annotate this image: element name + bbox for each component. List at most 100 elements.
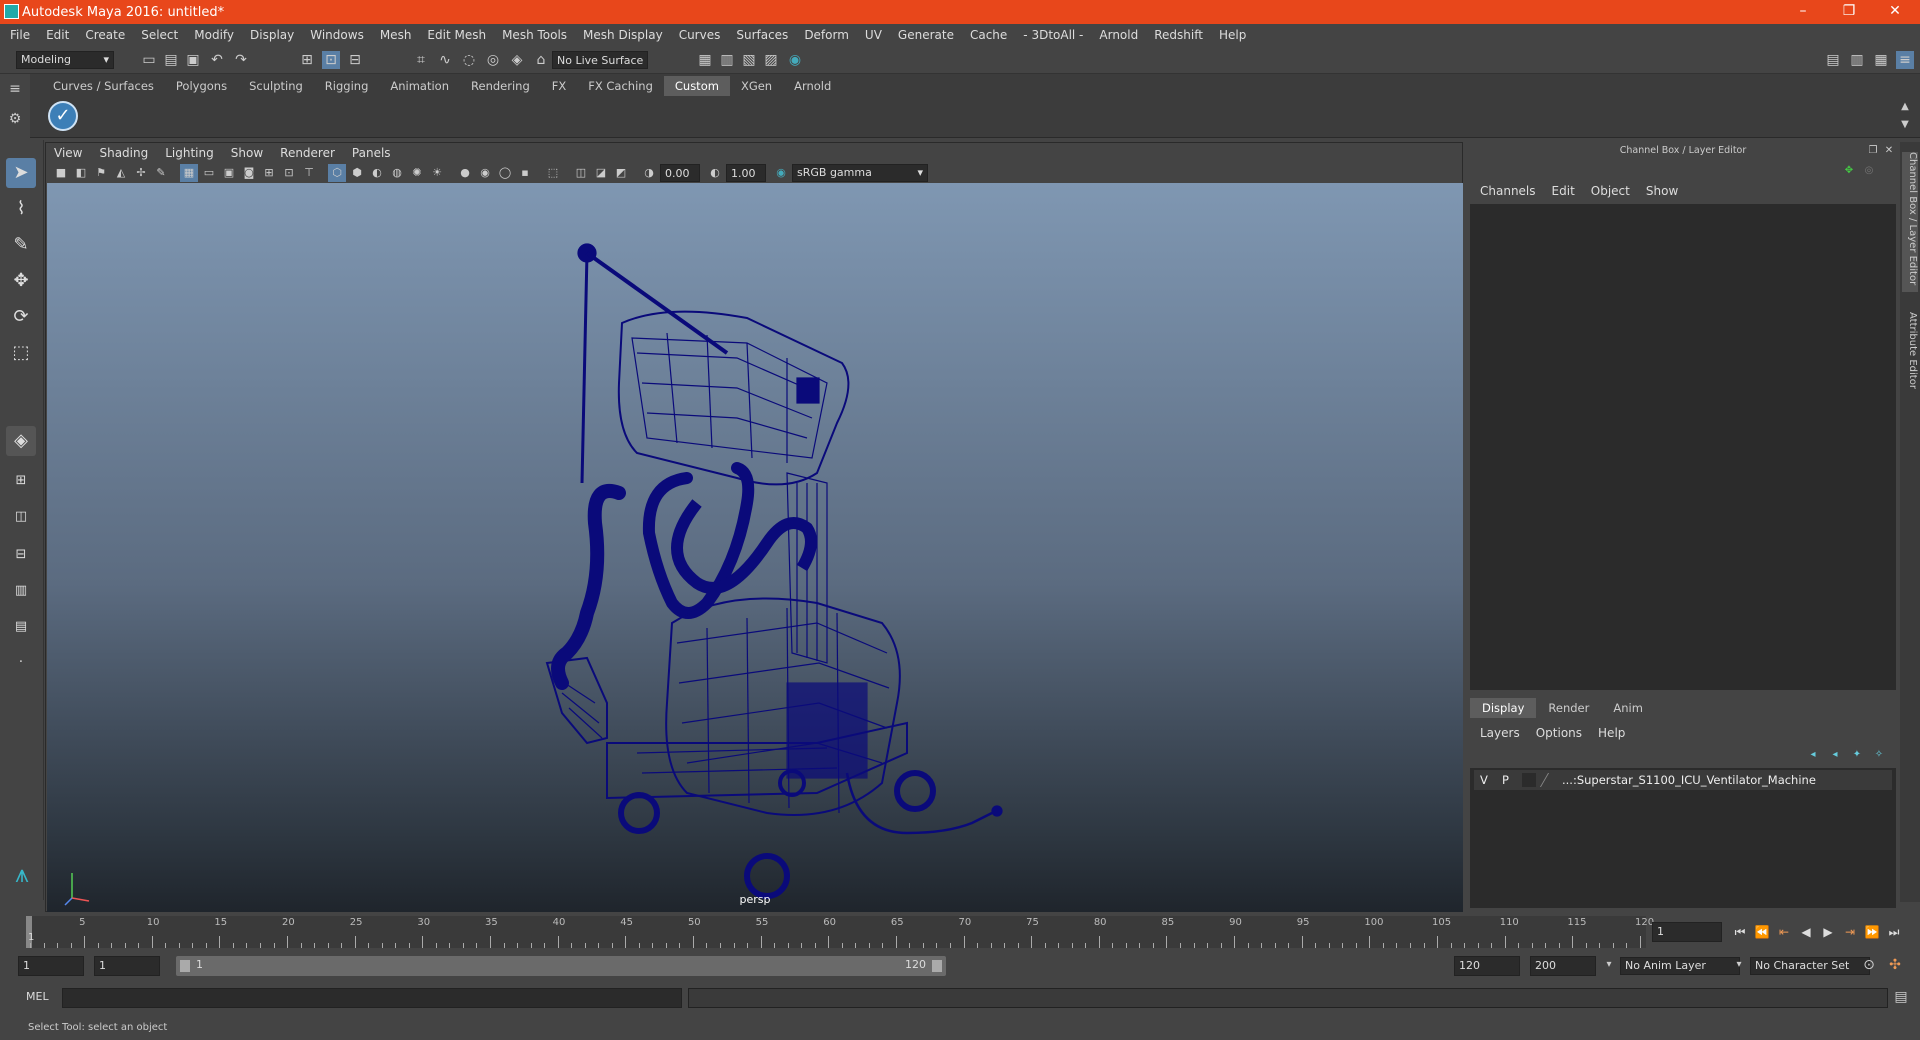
colorspace-dropdown[interactable]: sRGB gamma ▾ [792,164,928,182]
move-layer-down-icon[interactable]: ◂ [1826,746,1844,764]
cb-menu-show[interactable]: Show [1646,184,1678,198]
menu-select[interactable]: Select [141,28,178,42]
goto-end-icon[interactable]: ⏭ [1884,922,1904,942]
open-scene-icon[interactable]: ▤ [162,51,180,69]
ipr-render-icon[interactable]: ▨ [762,51,780,69]
shelf-tab-animation[interactable]: Animation [379,76,460,96]
speed-icon[interactable]: ◎ [1860,162,1878,180]
shelf-settings-icon[interactable]: ⚙ [6,110,24,128]
snap-surface-icon[interactable]: ◈ [508,51,526,69]
menu-generate[interactable]: Generate [898,28,954,42]
grid-icon[interactable]: ▦ [180,164,198,182]
current-frame-field[interactable]: 1 [1652,922,1722,942]
end-time-field[interactable]: 200 [1530,956,1596,976]
persp-graph-layout-icon[interactable]: ⊟ [6,540,36,570]
film-gate-icon[interactable]: ▭ [200,164,218,182]
smooth-shade-icon[interactable]: ⬢ [348,164,366,182]
snap-grid-icon[interactable]: ⌗ [412,51,430,69]
hypershade-icon[interactable]: ◉ [786,51,804,69]
shelf-tab-fx[interactable]: FX [541,76,578,96]
2d-pan-zoom-icon[interactable]: ✢ [132,164,150,182]
grease-pencil-icon[interactable]: ✎ [152,164,170,182]
animation-prefs-icon[interactable]: ✣ [1886,956,1904,974]
shelf-tab-rendering[interactable]: Rendering [460,76,541,96]
rotate-tool-icon[interactable]: ⟳ [6,302,36,332]
cb-menu-channels[interactable]: Channels [1480,184,1536,198]
menu-redshift[interactable]: Redshift [1154,28,1203,42]
playback-start-field[interactable]: 1 [94,956,160,976]
outliner-layout-icon[interactable]: ▤ [6,612,36,642]
layer-menu-help[interactable]: Help [1598,726,1625,740]
tool-settings-icon[interactable]: ▦ [1872,51,1890,69]
side-tab-attribute-editor[interactable]: Attribute Editor [1902,312,1918,402]
gate-mask-icon[interactable]: ◙ [240,164,258,182]
menu-curves[interactable]: Curves [679,28,721,42]
lasso-tool-icon[interactable]: ⌇ [6,194,36,224]
vp-menu-panels[interactable]: Panels [352,146,391,160]
close-panel-icon[interactable]: ✕ [1880,142,1898,160]
snap-curve-icon[interactable]: ∿ [436,51,454,69]
shelf-tab-curves-surfaces[interactable]: Curves / Surfaces [42,76,165,96]
shelf-tab-rigging[interactable]: Rigging [314,76,380,96]
range-start-handle[interactable] [180,960,190,972]
exposure-icon[interactable]: ◑ [640,164,658,182]
menu-create[interactable]: Create [85,28,125,42]
menu-3dtoall[interactable]: - 3DtoAll - [1023,28,1083,42]
camera-select-icon[interactable]: ■ [52,164,70,182]
layer-row[interactable]: V P ...:Superstar_S1100_ICU_Ventilator_M… [1474,770,1892,790]
layer-visibility-toggle[interactable]: V [1480,770,1488,790]
channel-box-area[interactable] [1470,204,1896,690]
save-scene-icon[interactable]: ▣ [184,51,202,69]
anim-layer-dropdown[interactable]: No Anim Layer [1620,957,1740,975]
wireframe-icon[interactable]: ⬡ [328,164,346,182]
shelf-tab-sculpting[interactable]: Sculpting [238,76,314,96]
menu-mesh-tools[interactable]: Mesh Tools [502,28,567,42]
isolate-select-icon[interactable]: ⬚ [544,164,562,182]
use-lights-icon[interactable]: ✺ [408,164,426,182]
textured-icon[interactable]: ◍ [388,164,406,182]
menu-arnold[interactable]: Arnold [1099,28,1138,42]
bookmark-icon[interactable]: ⚑ [92,164,110,182]
redo-icon[interactable]: ↷ [232,51,250,69]
screen-space-ao-icon[interactable]: ● [456,164,474,182]
menu-edit[interactable]: Edit [46,28,69,42]
range-end-handle[interactable] [932,960,942,972]
anti-aliasing-icon[interactable]: ◯ [496,164,514,182]
cb-menu-object[interactable]: Object [1591,184,1630,198]
minimize-button[interactable]: – [1780,0,1826,24]
cb-menu-edit[interactable]: Edit [1552,184,1575,198]
step-forward-icon[interactable]: ⏩ [1862,922,1882,942]
chevron-down-icon[interactable]: ▾ [1600,956,1618,974]
single-perspective-layout-icon[interactable]: ◈ [6,426,36,456]
gamma-field[interactable]: 1.00 [726,164,766,182]
shelf-tab-polygons[interactable]: Polygons [165,76,238,96]
vp-menu-renderer[interactable]: Renderer [280,146,335,160]
shelf-scroll-up-icon[interactable]: ▲ [1896,98,1914,116]
menu-display[interactable]: Display [250,28,294,42]
shelf-tab-custom[interactable]: Custom [663,76,730,96]
layer-playback-toggle[interactable]: P [1502,770,1509,790]
live-surface-icon[interactable]: ⌂ [532,51,550,69]
persp-outliner-layout-icon[interactable]: ◫ [6,502,36,532]
menu-surfaces[interactable]: Surfaces [736,28,788,42]
maximize-button[interactable]: ❐ [1826,0,1872,24]
auto-key-icon[interactable]: ⊙ [1860,956,1878,974]
image-plane-icon[interactable]: ◭ [112,164,130,182]
new-layer-selected-icon[interactable]: ✧ [1870,746,1888,764]
attribute-editor-toggle-icon[interactable]: ▥ [1848,51,1866,69]
channel-box-toggle-icon[interactable]: ≡ [1896,51,1914,69]
render-view-icon[interactable]: ▥ [718,51,736,69]
exposure-field[interactable]: 0.00 [660,164,700,182]
shadows-icon[interactable]: ☀ [428,164,446,182]
layer-tab-anim[interactable]: Anim [1601,698,1655,718]
mel-label[interactable]: MEL [26,990,49,1003]
live-surface-field[interactable]: No Live Surface [552,51,648,69]
manipulator-icon[interactable]: ✥ [1840,162,1858,180]
scale-tool-icon[interactable]: ⬚ [6,338,36,368]
vp-menu-show[interactable]: Show [231,146,263,160]
render-settings-icon[interactable]: ▦ [696,51,714,69]
menu-deform[interactable]: Deform [804,28,849,42]
select-tool-icon[interactable]: ➤ [6,158,36,188]
shelf-scroll-down-icon[interactable]: ▼ [1896,116,1914,134]
modeling-toolkit-icon[interactable]: ▤ [1824,51,1842,69]
